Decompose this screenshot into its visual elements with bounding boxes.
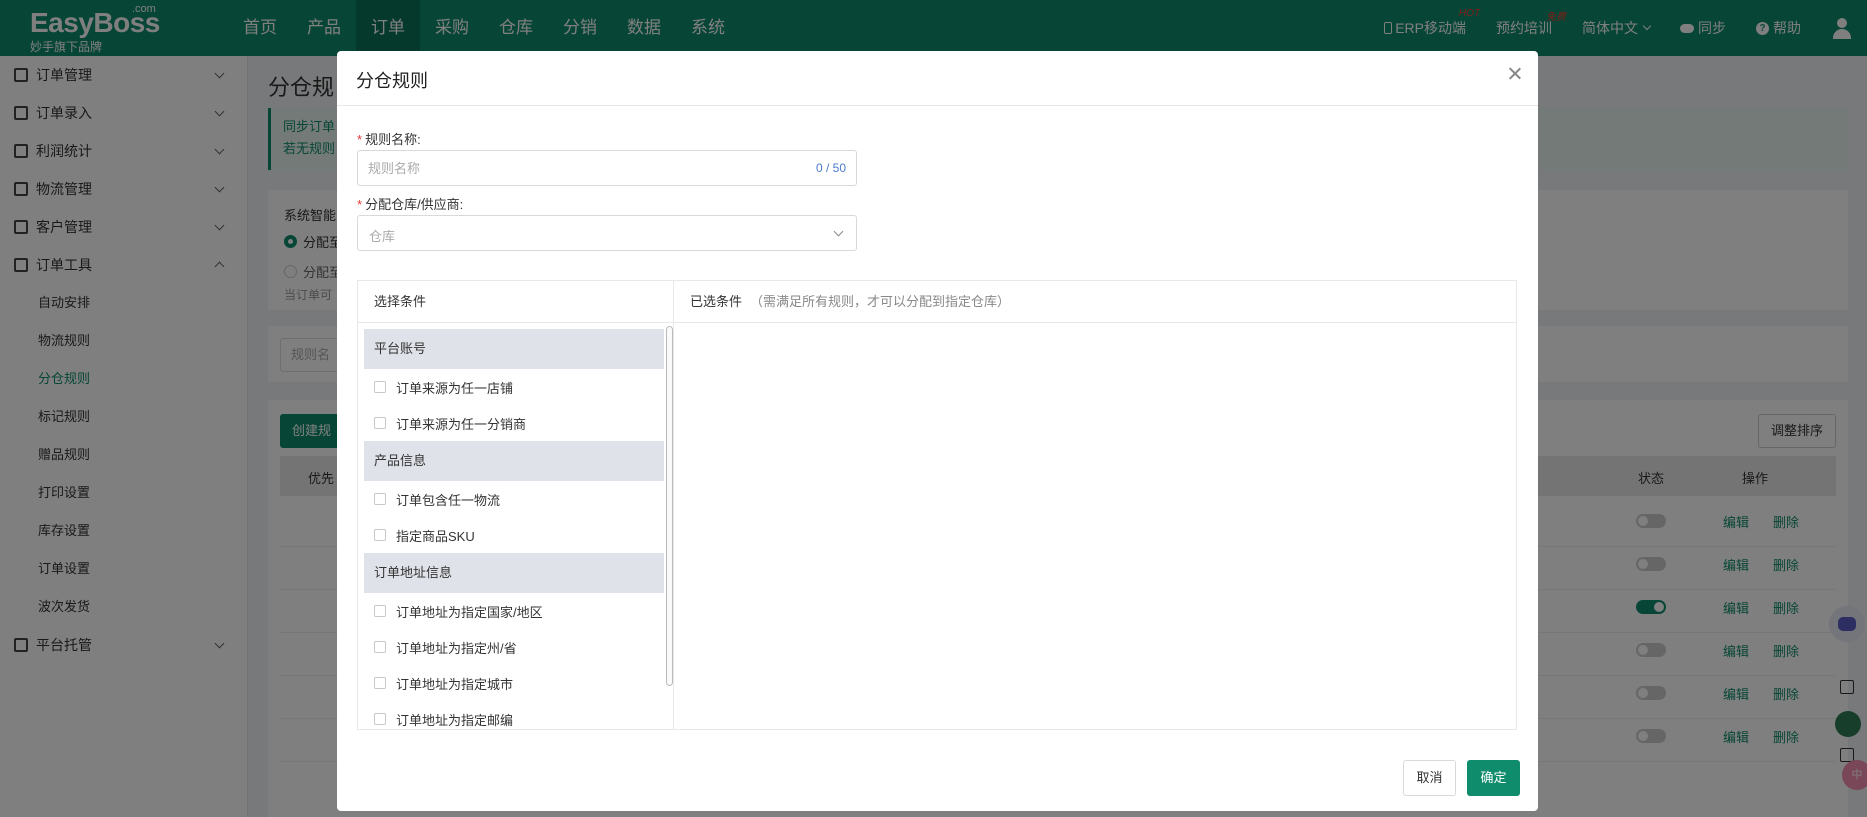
condition-item[interactable]: 订单地址为指定国家/地区: [364, 593, 664, 629]
chevron-down-icon: [833, 226, 844, 237]
rule-name-counter: 0 / 50: [815, 161, 846, 175]
condition-checkbox[interactable]: [374, 529, 386, 541]
available-conditions-panel: 选择条件 平台账号订单来源为任一店铺 订单来源为任一分销商产品信息订单包含任一物流…: [358, 281, 674, 729]
warehouse-label: * 分配仓库/供应商:: [357, 194, 463, 213]
dialog-header: 分仓规则: [337, 51, 1538, 106]
condition-group-title: 订单地址信息: [364, 553, 664, 593]
warehouse-rule-dialog: 分仓规则 *规则名称: 0 / 50 *分配仓库/供应商: 仓库 选择条件 平台…: [337, 51, 1538, 811]
condition-checkbox[interactable]: [374, 713, 386, 725]
condition-item[interactable]: 指定商品SKU: [364, 517, 664, 553]
condition-item[interactable]: 订单地址为指定州/省: [364, 629, 664, 665]
condition-checkbox[interactable]: [374, 605, 386, 617]
condition-checkbox[interactable]: [374, 417, 386, 429]
rule-name-field[interactable]: 0 / 50: [357, 150, 857, 186]
condition-group-title: 平台账号: [364, 329, 664, 369]
confirm-button[interactable]: 确定: [1467, 760, 1520, 796]
conditions-list: 平台账号订单来源为任一店铺 订单来源为任一分销商产品信息订单包含任一物流 指定商品S…: [364, 329, 664, 727]
scrollbar-thumb[interactable]: [666, 326, 673, 686]
condition-item[interactable]: 订单来源为任一分销商: [364, 405, 664, 441]
condition-label: 订单地址为指定州/省: [396, 640, 517, 656]
rule-name-label: * 规则名称:: [357, 129, 421, 148]
selected-conditions-header: 已选条件 （需满足所有规则，才可以分配到指定仓库）: [674, 281, 1516, 323]
required-mark: *: [357, 132, 363, 147]
warehouse-label-text: 分配仓库/供应商:: [365, 197, 464, 212]
cancel-button[interactable]: 取消: [1403, 760, 1456, 796]
condition-checkbox[interactable]: [374, 493, 386, 505]
required-mark: *: [357, 197, 363, 212]
rule-name-label-text: 规则名称:: [365, 132, 421, 147]
warehouse-select[interactable]: 仓库: [357, 215, 857, 251]
dialog-title: 分仓规则: [356, 71, 428, 91]
condition-label: 订单地址为指定邮编: [396, 712, 514, 728]
condition-label: 订单来源为任一店铺: [396, 380, 514, 396]
condition-label: 订单地址为指定城市: [396, 676, 514, 692]
condition-checkbox[interactable]: [374, 641, 386, 653]
condition-checkbox[interactable]: [374, 381, 386, 393]
condition-label: 订单地址为指定国家/地区: [396, 604, 543, 620]
selected-conditions-panel: 已选条件 （需满足所有规则，才可以分配到指定仓库）: [674, 281, 1516, 729]
condition-label: 订单来源为任一分销商: [396, 416, 527, 432]
available-conditions-title: 选择条件: [358, 281, 673, 323]
close-icon[interactable]: [1506, 65, 1524, 83]
condition-item[interactable]: 订单包含任一物流: [364, 481, 664, 517]
warehouse-select-placeholder: 仓库: [369, 229, 396, 244]
condition-item[interactable]: 订单地址为指定城市: [364, 665, 664, 701]
selected-conditions-title: 已选条件: [690, 294, 743, 309]
condition-item[interactable]: 订单地址为指定邮编: [364, 701, 664, 727]
conditions-box: 选择条件 平台账号订单来源为任一店铺 订单来源为任一分销商产品信息订单包含任一物流…: [357, 280, 1517, 730]
rule-name-input[interactable]: [358, 151, 738, 185]
condition-label: 订单包含任一物流: [396, 492, 501, 508]
condition-item[interactable]: 订单来源为任一店铺: [364, 369, 664, 405]
selected-conditions-hint: （需满足所有规则，才可以分配到指定仓库）: [750, 294, 1011, 309]
condition-label: 指定商品SKU: [396, 528, 475, 544]
condition-checkbox[interactable]: [374, 677, 386, 689]
condition-group-title: 产品信息: [364, 441, 664, 481]
conditions-scrollbar[interactable]: [665, 323, 674, 729]
